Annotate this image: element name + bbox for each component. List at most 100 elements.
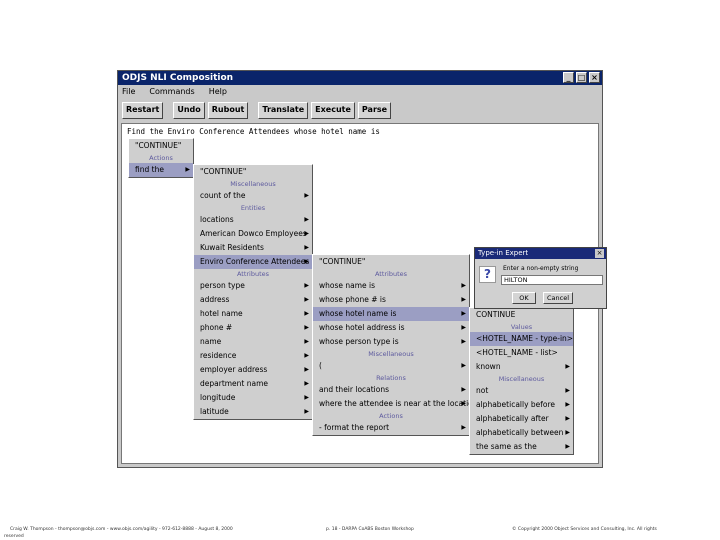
composed-sentence: Find the Enviro Conference Attendees who… [127, 127, 380, 136]
menu-item[interactable]: name ▶ [194, 335, 312, 349]
menu-item[interactable]: longitude ▶ [194, 391, 312, 405]
popup-menu-values: CONTINUE Values <HOTEL_NAME - type-in> <HOT… [469, 307, 574, 455]
menu-item[interactable]: whose phone # is ▶ [313, 293, 469, 307]
menu-item[interactable]: the same as the ▶ [470, 440, 573, 454]
menu-item[interactable]: employer address ▶ [194, 363, 312, 377]
menu-item-label: whose person type is [319, 337, 399, 346]
menu-item[interactable]: known ▶ [470, 360, 573, 374]
menu-item-label: CONTINUE [476, 310, 516, 319]
menu-item[interactable]: alphabetically between ▶ [470, 426, 573, 440]
type-in-field[interactable]: HILTON [501, 275, 603, 285]
menu-item[interactable]: <HOTEL_NAME - type-in> [470, 332, 573, 346]
submenu-arrow-icon: ▶ [304, 380, 309, 387]
submenu-arrow-icon: ▶ [461, 386, 466, 393]
submenu-arrow-icon: ▶ [565, 401, 570, 408]
submenu-arrow-icon: ▶ [304, 282, 309, 289]
submenu-arrow-icon: ▶ [461, 324, 466, 331]
menu-item-label: and their locations [319, 385, 390, 394]
menu-item[interactable]: "CONTINUE" [194, 165, 312, 179]
ok-button[interactable]: OK [512, 292, 536, 304]
submenu-arrow-icon: ▶ [304, 394, 309, 401]
menu-item[interactable]: Kuwait Residents ▶ [194, 241, 312, 255]
menu-item[interactable]: whose name is ▶ [313, 279, 469, 293]
parse-button[interactable]: Parse [357, 102, 392, 119]
menu-item[interactable]: where the attendee is near at the locati… [313, 397, 478, 411]
menu-item[interactable]: and their locations ▶ [313, 383, 469, 397]
restart-button[interactable]: Restart [122, 102, 164, 119]
menu-item[interactable]: "CONTINUE" [129, 139, 193, 153]
submenu-arrow-icon: ▶ [304, 230, 309, 237]
submenu-arrow-icon: ▶ [304, 324, 309, 331]
menu-item-label: person type [200, 281, 245, 290]
submenu-arrow-icon: ▶ [565, 387, 570, 394]
menu-item-label: "CONTINUE" [200, 167, 247, 176]
menu-item[interactable]: (▶ [313, 359, 469, 373]
dialog-title: Type-in Expert [478, 249, 529, 257]
menu-item-label: whose phone # is [319, 295, 386, 304]
menu-item[interactable]: person type ▶ [194, 279, 312, 293]
submenu-arrow-icon: ▶ [461, 310, 466, 317]
menu-item-label: Kuwait Residents [200, 243, 264, 252]
dialog-prompt: Enter a non-empty string [503, 265, 579, 272]
menu-section-header: Attributes [236, 270, 270, 278]
menu-item[interactable]: count of the ▶ [194, 189, 312, 203]
menu-section-header: Relations [376, 374, 406, 382]
submenu-arrow-icon: ▶ [461, 282, 466, 289]
menu-item-label: residence [200, 351, 237, 360]
translate-button[interactable]: Translate [258, 102, 309, 119]
menu-commands[interactable]: Commands [149, 87, 194, 100]
close-button[interactable]: × [589, 72, 600, 83]
footer-author-cont: reserved [4, 534, 24, 539]
menu-item[interactable]: - format the report ▶ [313, 421, 469, 435]
menu-item[interactable]: CONTINUE [470, 308, 573, 322]
menu-item-label: name [200, 337, 222, 346]
cancel-button[interactable]: Cancel [543, 292, 573, 304]
menu-file[interactable]: File [122, 87, 135, 100]
submenu-arrow-icon: ▶ [565, 415, 570, 422]
menu-item[interactable]: latitude ▶ [194, 405, 312, 419]
dialog-close-icon[interactable]: × [595, 249, 604, 258]
popup-menu-entities: "CONTINUE" Miscellaneous count of the ▶ Enti… [193, 164, 313, 420]
menu-item-label: alphabetically after [476, 414, 549, 423]
menu-item[interactable]: Enviro Conference Attendees ▶ [194, 255, 312, 269]
menu-item[interactable]: "CONTINUE" [313, 255, 469, 269]
title-bar[interactable]: ODJS NLI Composition _ □ × [118, 71, 602, 85]
submenu-arrow-icon: ▶ [461, 400, 466, 407]
dialog-title-bar[interactable]: Type-in Expert × [475, 248, 606, 259]
submenu-arrow-icon: ▶ [304, 408, 309, 415]
submenu-arrow-icon: ▶ [565, 443, 570, 450]
maximize-button[interactable]: □ [576, 72, 587, 83]
submenu-arrow-icon: ▶ [461, 338, 466, 345]
menu-item[interactable]: American Dowco Employees ▶ [194, 227, 312, 241]
menu-item[interactable]: whose person type is ▶ [313, 335, 469, 349]
menu-item[interactable]: <HOTEL_NAME - list> [470, 346, 573, 360]
submenu-arrow-icon: ▶ [304, 216, 309, 223]
submenu-arrow-icon: ▶ [461, 362, 466, 369]
execute-button[interactable]: Execute [311, 102, 355, 119]
menu-item[interactable]: not ▶ [470, 384, 573, 398]
menu-item-label: hotel name [200, 309, 243, 318]
rubout-button[interactable]: Rubout [207, 102, 249, 119]
menu-item-label: <HOTEL_NAME - type-in> [476, 334, 574, 343]
menu-item[interactable]: department name ▶ [194, 377, 312, 391]
menu-item[interactable]: residence ▶ [194, 349, 312, 363]
menu-section-header: Miscellaneous [498, 375, 545, 383]
minimize-button[interactable]: _ [563, 72, 574, 83]
menu-item[interactable]: whose hotel address is ▶ [313, 321, 469, 335]
menu-section-header: Actions [379, 412, 403, 420]
menu-item[interactable]: phone # ▶ [194, 321, 312, 335]
menu-item[interactable]: hotel name ▶ [194, 307, 312, 321]
menu-item-label: known [476, 362, 501, 371]
menu-item[interactable]: find the ▶ [129, 163, 193, 177]
menu-item[interactable]: address ▶ [194, 293, 312, 307]
menu-item[interactable]: alphabetically before ▶ [470, 398, 573, 412]
menu-help[interactable]: Help [209, 87, 227, 100]
menu-item[interactable]: locations ▶ [194, 213, 312, 227]
menu-item[interactable]: alphabetically after ▶ [470, 412, 573, 426]
menu-section-header: Values [510, 323, 533, 331]
menu-item[interactable]: whose hotel name is ▶ [313, 307, 469, 321]
menu-item-label: American Dowco Employees [200, 229, 307, 238]
submenu-arrow-icon: ▶ [304, 338, 309, 345]
undo-button[interactable]: Undo [173, 102, 205, 119]
menu-item-label: whose hotel address is [319, 323, 405, 332]
